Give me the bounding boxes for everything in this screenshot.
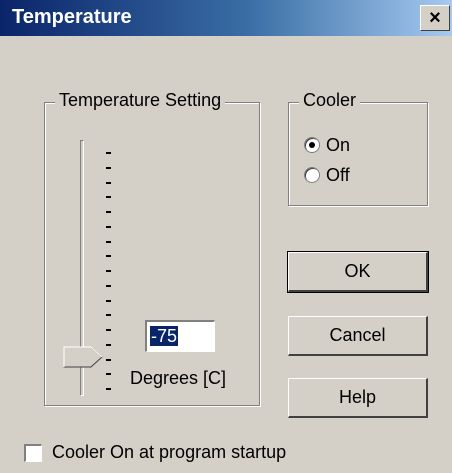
ok-button-label: OK xyxy=(344,261,371,281)
window-title: Temperature xyxy=(12,6,132,28)
slider-tick xyxy=(106,240,111,243)
cooler-off-radio[interactable] xyxy=(304,167,320,183)
slider-thumb[interactable] xyxy=(63,346,103,368)
slider-tick xyxy=(106,329,111,331)
slider-tick xyxy=(106,299,111,302)
slider-tick xyxy=(106,314,111,317)
title-bar[interactable]: Temperature × xyxy=(0,0,452,36)
slider-tick xyxy=(106,343,111,346)
cooler-on-label[interactable]: On xyxy=(326,135,350,156)
cancel-button-label: Cancel xyxy=(329,325,386,345)
help-button[interactable]: Help xyxy=(288,378,428,418)
close-button[interactable]: × xyxy=(420,5,450,31)
degrees-unit-label: Degrees [C] xyxy=(130,368,227,388)
slider-tick xyxy=(106,373,111,376)
cooler-off-label[interactable]: Off xyxy=(326,165,350,186)
radio-selected-dot xyxy=(309,142,315,148)
cooler-on-radio[interactable] xyxy=(304,137,320,153)
slider-tick xyxy=(106,255,111,258)
temperature-input[interactable]: -75 xyxy=(145,320,215,352)
temperature-dialog: Temperature × Temperature Setting -75 De… xyxy=(0,0,452,473)
slider-tick xyxy=(106,284,111,287)
slider-tick xyxy=(106,211,111,213)
slider-tick xyxy=(106,358,111,361)
slider-tick xyxy=(106,196,111,199)
slider-tick xyxy=(106,388,111,390)
temperature-value: -75 xyxy=(150,326,179,346)
temperature-setting-label: Temperature Setting xyxy=(55,90,226,111)
slider-tick xyxy=(106,225,111,228)
cooler-startup-label[interactable]: Cooler On at program startup xyxy=(52,442,286,463)
cooler-startup-checkbox[interactable] xyxy=(24,444,42,462)
cooler-group: Cooler xyxy=(288,90,428,206)
slider-tick xyxy=(106,152,111,154)
cancel-button[interactable]: Cancel xyxy=(288,316,428,356)
slider-tick xyxy=(106,166,111,169)
ok-button[interactable]: OK xyxy=(287,251,429,293)
slider-tick xyxy=(106,270,111,272)
slider-tick xyxy=(106,181,111,184)
close-icon: × xyxy=(429,7,441,29)
cooler-group-label: Cooler xyxy=(299,90,361,111)
help-button-label: Help xyxy=(338,387,377,407)
